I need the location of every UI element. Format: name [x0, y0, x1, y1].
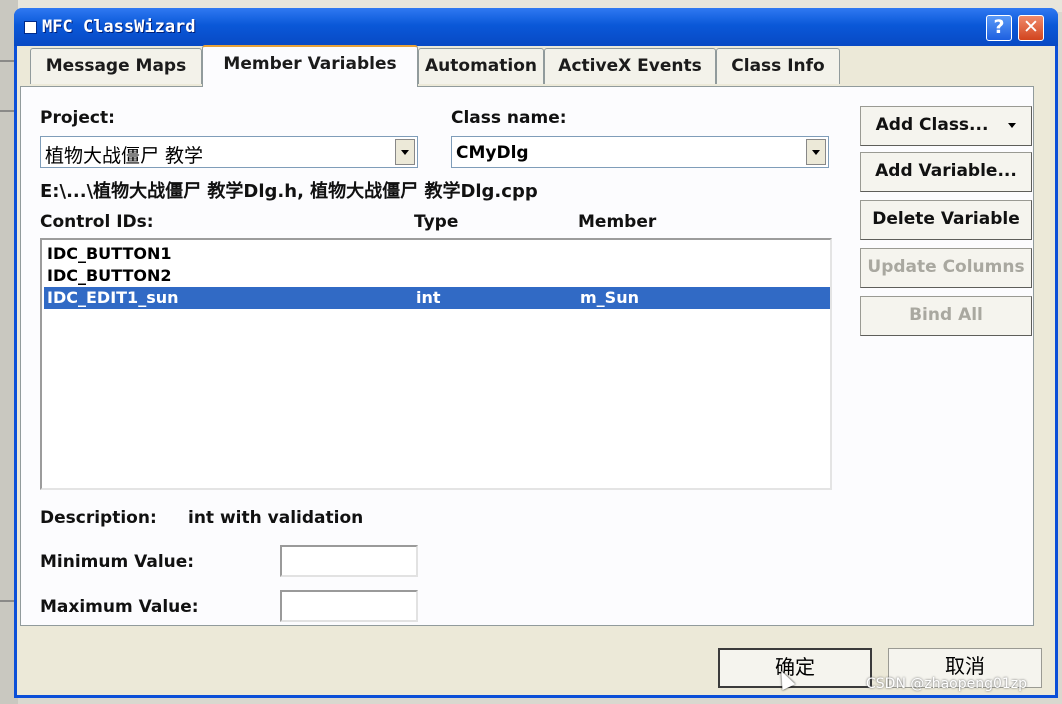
project-label: Project: [40, 108, 115, 128]
ok-button[interactable]: 确定 [718, 648, 872, 688]
chevron-down-icon[interactable] [806, 139, 826, 165]
tab-automation[interactable]: Automation [418, 48, 544, 84]
title-bar[interactable]: MFC ClassWizard ? ✕ [14, 8, 1058, 46]
class-name-label: Class name: [451, 108, 567, 128]
close-button[interactable]: ✕ [1018, 15, 1044, 41]
description-value: int with validation [188, 508, 364, 528]
class-name-value: CMyDlg [456, 143, 529, 163]
control-type: int [416, 288, 441, 307]
maximum-value-label: Maximum Value: [40, 597, 199, 617]
control-id: IDC_BUTTON1 [47, 244, 172, 263]
app-icon [24, 21, 37, 34]
project-combo[interactable]: 植物大战僵尸 教学 [40, 136, 418, 168]
tab-member-variables[interactable]: Member Variables [202, 45, 418, 87]
watermark: CSDN @zhaopeng01zp [866, 676, 1028, 692]
list-item[interactable]: IDC_BUTTON2 [44, 265, 830, 287]
chevron-down-icon[interactable] [395, 139, 415, 165]
tab-message-maps[interactable]: Message Maps [30, 48, 202, 84]
chevron-down-icon [1008, 122, 1017, 128]
files-path: E:\...\植物大战僵尸 教学Dlg.h, 植物大战僵尸 教学Dlg.cpp [40, 181, 538, 202]
description-label: Description: [40, 508, 157, 528]
update-columns-button[interactable]: Update Columns [860, 248, 1032, 288]
tab-activex-events[interactable]: ActiveX Events [544, 48, 716, 84]
class-name-combo[interactable]: CMyDlg [451, 136, 829, 168]
column-control-ids: Control IDs: [40, 212, 154, 232]
add-variable-button[interactable]: Add Variable... [860, 152, 1032, 192]
window-title: MFC ClassWizard [42, 17, 196, 37]
list-item[interactable]: IDC_BUTTON1 [44, 243, 830, 265]
control-id: IDC_BUTTON2 [47, 266, 172, 285]
minimum-value-label: Minimum Value: [40, 552, 195, 572]
column-member: Member [578, 212, 657, 232]
control-id: IDC_EDIT1_sun [47, 288, 179, 307]
help-button[interactable]: ? [986, 15, 1012, 41]
project-value: 植物大战僵尸 教学 [45, 145, 204, 167]
add-class-button[interactable]: Add Class... [860, 106, 1032, 146]
maximum-value-input[interactable] [280, 590, 418, 622]
delete-variable-button[interactable]: Delete Variable [860, 200, 1032, 240]
minimum-value-input[interactable] [280, 545, 418, 577]
control-member: m_Sun [580, 288, 639, 307]
bind-all-button[interactable]: Bind All [860, 296, 1032, 336]
tab-class-info[interactable]: Class Info [716, 48, 840, 84]
column-type: Type [414, 212, 459, 232]
add-class-label: Add Class... [875, 115, 989, 135]
list-item-selected[interactable]: IDC_EDIT1_sun int m_Sun [44, 287, 830, 309]
control-ids-list[interactable]: IDC_BUTTON1 IDC_BUTTON2 IDC_EDIT1_sun in… [40, 238, 832, 490]
